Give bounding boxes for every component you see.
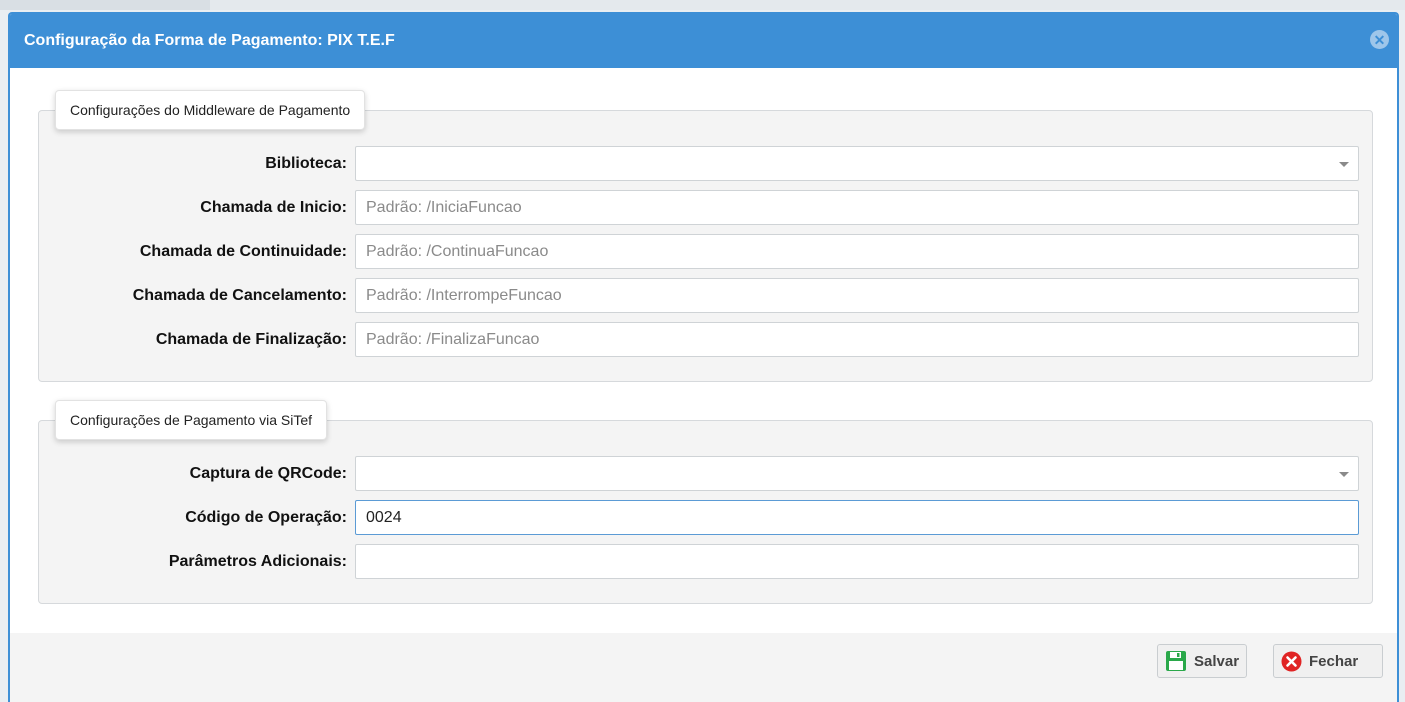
- payment-config-dialog: Configuração da Forma de Pagamento: PIX …: [8, 12, 1399, 702]
- chamada-cancelamento-label: Chamada de Cancelamento:: [132, 287, 347, 304]
- parametros-adicionais-row: Parâmetros Adicionais:: [39, 544, 1372, 579]
- parametros-adicionais-label: Parâmetros Adicionais:: [168, 553, 347, 570]
- close-icon[interactable]: ✕: [1370, 30, 1389, 49]
- save-button[interactable]: Salvar: [1157, 644, 1247, 678]
- chamada-inicio-label: Chamada de Inicio:: [200, 199, 347, 216]
- captura-qrcode-row: Captura de QRCode:: [39, 456, 1372, 491]
- captura-qrcode-select[interactable]: [355, 456, 1359, 491]
- chamada-continuidade-row: Chamada de Continuidade:: [39, 234, 1372, 269]
- close-circle-icon: [1281, 651, 1302, 672]
- dialog-titlebar[interactable]: Configuração da Forma de Pagamento: PIX …: [10, 14, 1397, 68]
- chamada-continuidade-field[interactable]: [355, 234, 1359, 269]
- parametros-adicionais-field[interactable]: [355, 544, 1359, 579]
- chamada-finalizacao-field[interactable]: [355, 322, 1359, 357]
- chamada-inicio-row: Chamada de Inicio:: [39, 190, 1372, 225]
- chamada-cancelamento-field[interactable]: [355, 278, 1359, 313]
- chamada-cancelamento-input[interactable]: [356, 279, 1358, 312]
- chamada-cancelamento-row: Chamada de Cancelamento:: [39, 278, 1372, 313]
- biblioteca-select[interactable]: [355, 146, 1359, 181]
- captura-qrcode-value[interactable]: [356, 457, 1358, 490]
- chamada-finalizacao-row: Chamada de Finalização:: [39, 322, 1372, 357]
- chamada-continuidade-input[interactable]: [356, 235, 1358, 268]
- middleware-legend: Configurações do Middleware de Pagamento: [55, 90, 366, 130]
- close-button[interactable]: Fechar: [1273, 644, 1383, 678]
- chamada-inicio-input[interactable]: [356, 191, 1358, 224]
- captura-qrcode-label: Captura de QRCode:: [189, 465, 347, 482]
- sitef-fieldset: Configurações de Pagamento via SiTef Cap…: [38, 400, 1373, 604]
- chamada-inicio-field[interactable]: [355, 190, 1359, 225]
- biblioteca-value[interactable]: [356, 147, 1358, 180]
- parametros-adicionais-input[interactable]: [356, 545, 1358, 578]
- background-tab: [0, 0, 210, 10]
- codigo-operacao-field[interactable]: [355, 500, 1359, 535]
- chamada-finalizacao-label: Chamada de Finalização:: [155, 331, 347, 348]
- biblioteca-row: Biblioteca:: [39, 146, 1372, 181]
- sitef-legend: Configurações de Pagamento via SiTef: [55, 400, 328, 440]
- middleware-fieldset: Configurações do Middleware de Pagamento…: [38, 90, 1373, 382]
- biblioteca-label: Biblioteca:: [265, 155, 347, 172]
- chamada-finalizacao-input[interactable]: [356, 323, 1358, 356]
- codigo-operacao-input[interactable]: [356, 501, 1358, 534]
- save-button-label: Salvar: [1194, 652, 1240, 670]
- dialog-title: Configuração da Forma de Pagamento: PIX …: [24, 32, 395, 49]
- codigo-operacao-row: Código de Operação:: [39, 500, 1372, 535]
- save-icon: [1165, 650, 1187, 672]
- background-strip: [0, 0, 1405, 10]
- chevron-down-icon[interactable]: [1339, 472, 1349, 477]
- chamada-continuidade-label: Chamada de Continuidade:: [139, 243, 347, 260]
- codigo-operacao-label: Código de Operação:: [185, 509, 347, 526]
- chevron-down-icon[interactable]: [1339, 162, 1349, 167]
- close-button-label: Fechar: [1309, 652, 1359, 670]
